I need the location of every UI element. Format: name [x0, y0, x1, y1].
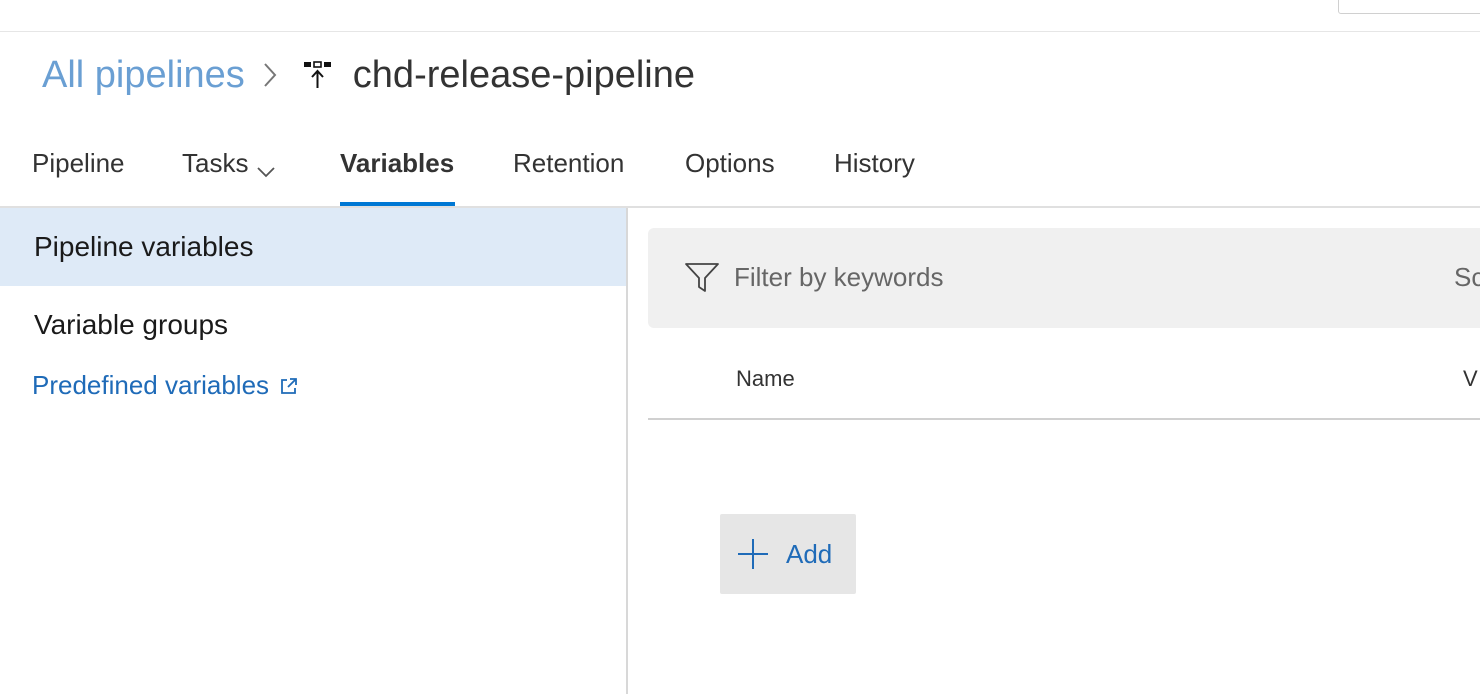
tab-bar: Pipeline Tasks Variables Retention Optio…: [0, 128, 1480, 207]
top-bar: [0, 0, 1480, 32]
table-header-divider: [648, 418, 1480, 420]
breadcrumb-all-pipelines-link[interactable]: All pipelines: [42, 54, 245, 97]
tab-label: Retention: [513, 148, 625, 178]
sidebar-item-variable-groups[interactable]: Variable groups: [0, 286, 626, 364]
tab-label: Pipeline: [32, 148, 125, 178]
link-label: Predefined variables: [32, 370, 270, 400]
tab-label: History: [834, 148, 915, 178]
sidebar-item-pipeline-variables[interactable]: Pipeline variables: [0, 208, 626, 286]
tab-label: Variables: [340, 148, 455, 178]
tab-options[interactable]: Options: [685, 148, 775, 206]
sidebar-divider: [626, 208, 628, 694]
top-bar-control[interactable]: [1338, 0, 1480, 14]
filter-bar: Sc: [648, 228, 1480, 328]
chevron-down-icon: [256, 154, 276, 185]
external-link-icon: [279, 376, 299, 396]
tab-retention[interactable]: Retention: [513, 148, 624, 206]
page-title: chd-release-pipeline: [352, 53, 696, 96]
predefined-variables-link[interactable]: Predefined variables: [32, 370, 299, 401]
tab-history[interactable]: History: [834, 148, 915, 206]
tab-variables[interactable]: Variables: [340, 148, 456, 206]
breadcrumb: All pipelines chd-release-pipeline: [42, 50, 695, 100]
chevron-right-icon: [263, 62, 277, 88]
tab-pipeline[interactable]: Pipeline: [32, 148, 125, 206]
tab-label: Options: [685, 148, 775, 178]
filter-scope-label[interactable]: Sc: [1454, 262, 1480, 293]
column-header-name[interactable]: Name: [736, 366, 795, 392]
filter-input[interactable]: [734, 262, 1334, 293]
tab-tasks[interactable]: Tasks: [182, 148, 276, 206]
tab-label: Tasks: [182, 148, 249, 178]
add-variable-button[interactable]: Add: [720, 514, 856, 594]
plus-icon: [736, 537, 770, 571]
add-button-label: Add: [786, 538, 833, 569]
sidebar-item-label: Pipeline variables: [34, 231, 254, 262]
column-header-value[interactable]: V: [1463, 366, 1478, 392]
filter-icon: [684, 262, 720, 299]
release-pipeline-icon: [303, 60, 333, 90]
sidebar-item-label: Variable groups: [34, 309, 229, 340]
